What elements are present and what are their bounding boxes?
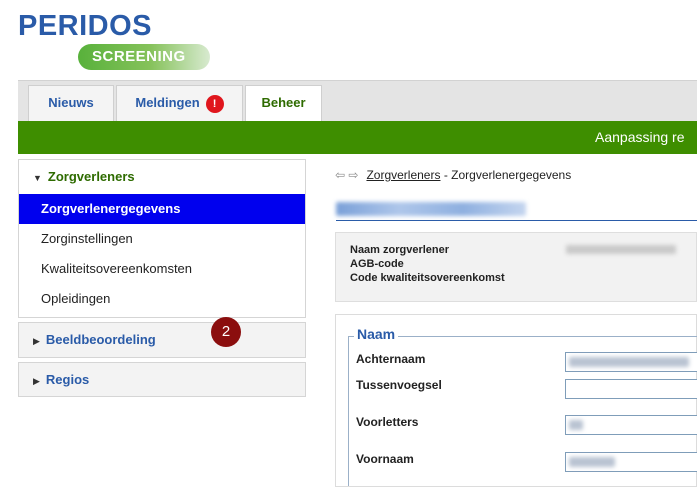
voorletters-field[interactable] [565, 415, 697, 435]
alert-badge-icon: ! [205, 94, 224, 113]
tab-label: Beheer [261, 95, 306, 110]
logo-title: PERIDOS [18, 10, 153, 42]
redacted-value [569, 420, 583, 430]
label-achternaam: Achternaam [356, 352, 426, 366]
redacted-value [569, 457, 615, 467]
tab-label: Nieuws [48, 95, 94, 110]
label-voorletters: Voorletters [356, 415, 419, 429]
redacted-value [569, 357, 689, 367]
tab-meldingen[interactable]: Meldingen! [116, 85, 243, 121]
section-label: Zorgverleners [47, 169, 135, 184]
main-tab-bar: Nieuws Meldingen! Beheer [18, 80, 697, 122]
sidebar-item-kwaliteitsovereenkomsten[interactable]: Kwaliteitsovereenkomsten [19, 254, 305, 284]
breadcrumb-separator: - [440, 168, 452, 182]
sidebar-item-label: Zorginstellingen [41, 231, 133, 246]
logo-subtitle: SCREENING [78, 44, 210, 70]
sidebar-item-opleidingen[interactable]: Opleidingen [19, 284, 305, 314]
achternaam-field[interactable] [565, 352, 697, 372]
status-banner: Aanpassing re [18, 121, 697, 154]
sidebar-section-beeldbeoordeling: ▶ Beeldbeoordeling [18, 322, 306, 358]
sidebar-header-beeldbeoordeling[interactable]: ▶ Beeldbeoordeling [19, 323, 305, 357]
caret-right-icon: ▶ [33, 376, 40, 386]
label-voornaam: Voornaam [356, 452, 414, 466]
redacted-value [566, 245, 676, 254]
voornaam-field[interactable] [565, 452, 697, 472]
label-tussenvoegsel: Tussenvoegsel [356, 378, 442, 392]
sidebar-item-zorgverlenergegevens[interactable]: Zorgverlenergegevens [19, 194, 305, 224]
sidebar-item-label: Opleidingen [41, 291, 111, 306]
section-label: Beeldbeoordeling [45, 332, 156, 347]
info-label-naam: Naam zorgverlener [350, 244, 450, 256]
banner-text: Aanpassing re [595, 129, 685, 145]
tab-nieuws[interactable]: Nieuws [28, 85, 114, 121]
sidebar-section-regios: ▶ Regios [18, 362, 306, 397]
back-forward-arrows-icon[interactable]: ⇦ ⇨ [335, 168, 358, 182]
breadcrumb-link-zorgverleners[interactable]: Zorgverleners [366, 168, 440, 182]
caret-down-icon: ▼ [33, 173, 42, 183]
tab-label: Meldingen [135, 95, 200, 110]
sidebar-item-zorginstellingen[interactable]: Zorginstellingen [19, 224, 305, 254]
breadcrumb-current: Zorgverlenergegevens [451, 168, 572, 182]
sidebar-header-zorgverleners[interactable]: ▼ Zorgverleners [19, 160, 305, 194]
sidebar-item-label: Zorgverlenergegevens [41, 201, 181, 216]
fieldset-legend: Naam [354, 326, 399, 342]
caret-right-icon: ▶ [33, 336, 40, 346]
tab-beheer[interactable]: Beheer [245, 85, 322, 122]
info-label-agb: AGB-code [350, 258, 404, 270]
sidebar-section-zorgverleners: ▼ Zorgverleners Zorgverlenergegevens Zorg… [18, 159, 306, 318]
tussenvoegsel-field[interactable] [565, 379, 697, 399]
sidebar-item-label: Kwaliteitsovereenkomsten [41, 261, 193, 276]
info-label-code: Code kwaliteitsovereenkomst [350, 272, 505, 284]
step-marker: 2 [211, 317, 241, 347]
section-label: Regios [45, 372, 90, 387]
zorgverlener-info-box: Naam zorgverlener AGB-code Code kwalitei… [335, 232, 697, 302]
sidebar-header-regios[interactable]: ▶ Regios [19, 363, 305, 397]
breadcrumb: ⇦ ⇨ Zorgverleners - Zorgverlenergegevens [335, 168, 571, 182]
peridos-logo: PERIDOS SCREENING [18, 10, 210, 72]
redacted-title [336, 202, 526, 216]
page-title [336, 200, 697, 221]
